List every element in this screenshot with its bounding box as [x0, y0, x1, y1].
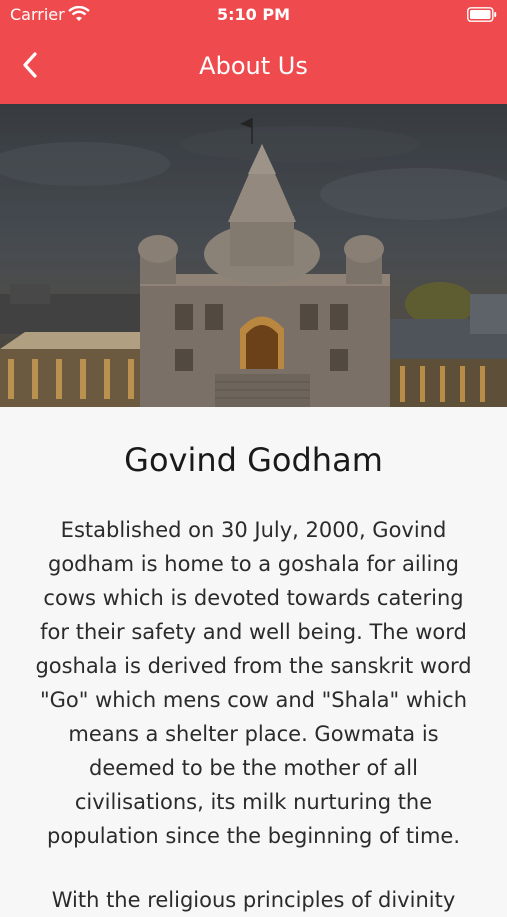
- battery-icon: [467, 7, 497, 22]
- navigation-bar: About Us: [0, 42, 507, 92]
- article-title: Govind Godham: [124, 441, 383, 479]
- status-time: 5:10 PM: [216, 5, 290, 24]
- article-paragraph: With the religious principles of divinit…: [51, 888, 456, 912]
- temple-illustration: [0, 104, 507, 407]
- article-paragraph: Established on 30 July, 2000, Govind god…: [35, 518, 472, 848]
- app-header: Carrier 5:10 PM About Us: [0, 0, 507, 104]
- status-bar: Carrier 5:10 PM: [0, 0, 507, 30]
- about-content: Govind Godham Established on 30 July, 20…: [0, 407, 507, 912]
- page-title: About Us: [199, 52, 308, 80]
- hero-image: [0, 104, 507, 407]
